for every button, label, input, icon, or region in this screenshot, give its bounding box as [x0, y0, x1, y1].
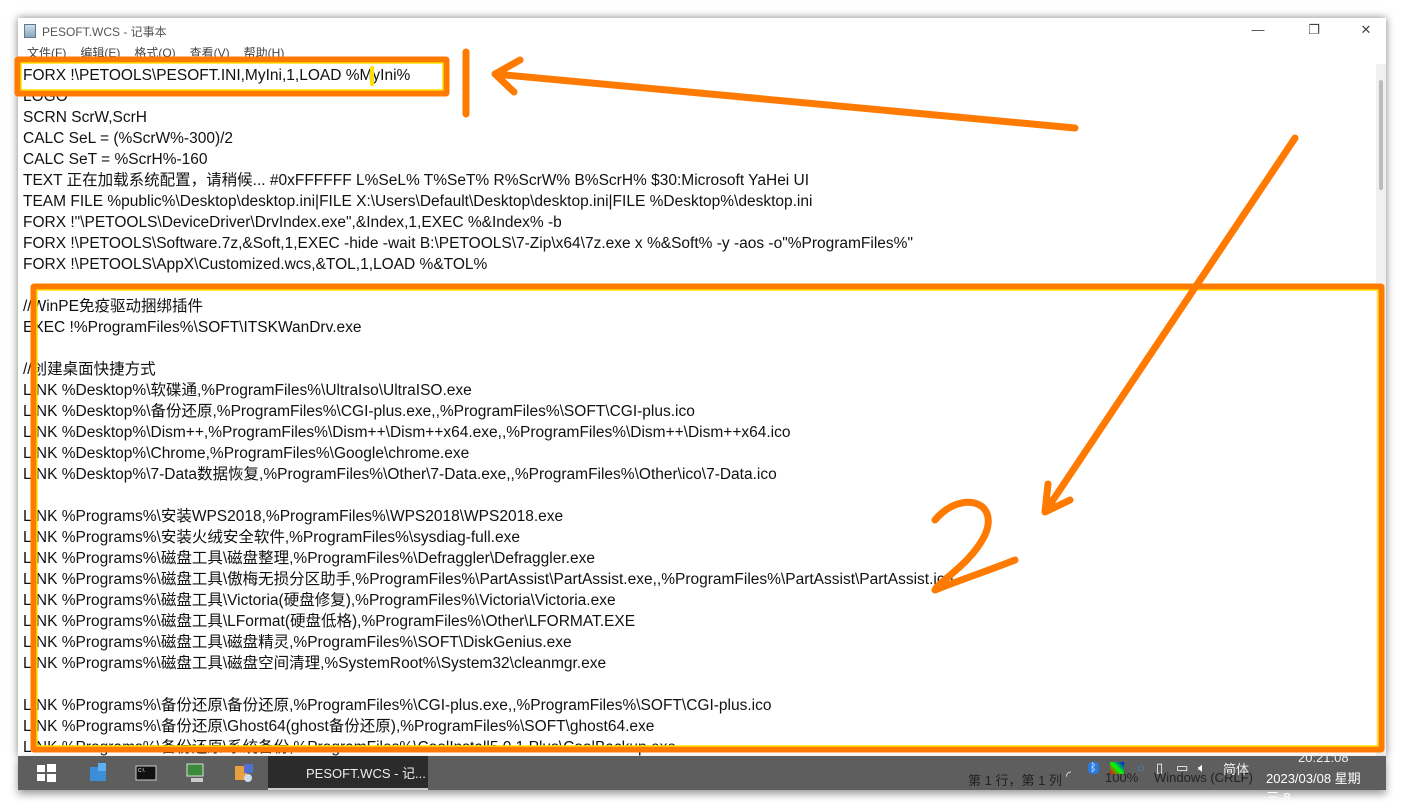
text-line: CALC SeT = %ScrH%-160 [23, 151, 208, 168]
ime-indicator[interactable]: 简体 [1223, 759, 1249, 778]
notepad-icon [24, 24, 36, 38]
scroll-thumb[interactable] [1379, 80, 1383, 190]
text-line: LINK %Programs%\磁盘工具\磁盘精灵,%ProgramFiles%… [23, 634, 572, 651]
circle-icon[interactable]: ○ [1137, 760, 1145, 775]
text-line: LINK %Programs%\安装WPS2018,%ProgramFiles%… [23, 508, 564, 525]
text-line: FORX !"\PETOOLS\DeviceDriver\DrvIndex.ex… [23, 214, 562, 231]
text-line: LINK %Programs%\磁盘工具\磁盘空间清理,%SystemRoot%… [23, 655, 607, 672]
text-line: LOGO [23, 88, 68, 105]
status-bar: 第 1 行，第 1 列 ◜ ᛒ 100% ○ ▯ ▭ 🔈︎ Windows (C… [930, 750, 1380, 805]
menu-file[interactable]: 文件(F) [27, 44, 66, 62]
menu-edit[interactable]: 编辑(E) [80, 44, 120, 62]
menu-help[interactable]: 帮助(H) [244, 44, 285, 62]
close-button[interactable]: ✕ [1356, 22, 1376, 38]
text-line: //创建桌面快捷方式 [23, 361, 156, 378]
text-line: LINK %Programs%\备份还原\系统备份,%ProgramFiles%… [23, 739, 676, 756]
text-line: LINK %Desktop%\Dism++,%ProgramFiles%\Dis… [23, 424, 791, 441]
computer-manager-icon[interactable] [184, 761, 208, 785]
text-line: LINK %Desktop%\备份还原,%ProgramFiles%\CGI-p… [23, 403, 695, 420]
text-line: EXEC !%ProgramFiles%\SOFT\ITSKWanDrv.exe [23, 319, 362, 336]
text-line: CALC SeL = (%ScrW%-300)/2 [23, 130, 234, 147]
color-icon[interactable] [1110, 762, 1124, 774]
taskbar-notepad-button[interactable]: PESOFT.WCS - 记... [268, 756, 428, 790]
text-line: FORX !\PETOOLS\PESOFT.INI,MyIni,1,LOAD %… [23, 67, 411, 84]
svg-text:C:\: C:\ [138, 768, 145, 774]
text-line: LINK %Programs%\磁盘工具\Victoria(硬盘修复),%Pro… [23, 592, 616, 609]
text-line: FORX !\PETOOLS\Software.7z,&Soft,1,EXEC … [23, 235, 913, 252]
registry-icon[interactable] [86, 761, 110, 785]
text-line: LINK %Desktop%\软碟通,%ProgramFiles%\UltraI… [23, 382, 472, 399]
tools-icon[interactable] [232, 761, 256, 785]
menu-format[interactable]: 格式(O) [134, 44, 175, 62]
clock-date[interactable]: 2023/03/08 星期三-8 [1266, 768, 1380, 806]
text-editor[interactable]: FORX !\PETOOLS\PESOFT.INI,MyIni,1,LOAD %… [18, 64, 1376, 756]
vertical-scrollbar[interactable] [1376, 64, 1386, 756]
text-line: FORX !\PETOOLS\AppX\Customized.wcs,&TOL,… [23, 256, 488, 273]
text-line: LINK %Programs%\磁盘工具\傲梅无损分区助手,%ProgramFi… [23, 571, 954, 588]
text-line: LINK %Programs%\备份还原\备份还原,%ProgramFiles%… [23, 697, 772, 714]
notepad-window: PESOFT.WCS - 记事本 — ❐ ✕ 文件(F) 编辑(E) 格式(O)… [18, 18, 1386, 756]
title-bar: PESOFT.WCS - 记事本 — ❐ ✕ [18, 18, 1386, 44]
text-line: LINK %Desktop%\7-Data数据恢复,%ProgramFiles%… [23, 466, 777, 483]
cursor-position: 第 1 行，第 1 列 [968, 773, 1062, 788]
minimize-button[interactable]: — [1248, 22, 1268, 37]
menu-view[interactable]: 查看(V) [190, 44, 230, 62]
cmd-icon[interactable]: C:\ [134, 761, 158, 785]
network-icon[interactable]: ◜ [1066, 768, 1071, 784]
text-line: LINK %Desktop%\Chrome,%ProgramFiles%\Goo… [23, 445, 470, 462]
text-line: LINK %Programs%\备份还原\Ghost64(ghost备份还原),… [23, 718, 655, 735]
text-line: LINK %Programs%\磁盘工具\磁盘整理,%ProgramFiles%… [23, 550, 595, 567]
text-line: LINK %Programs%\磁盘工具\LFormat(硬盘低格),%Prog… [23, 613, 636, 630]
text-line: TEXT 正在加载系统配置，请稍候... #0xFFFFFF L%SeL% T%… [23, 172, 810, 189]
text-line: TEAM FILE %public%\Desktop\desktop.ini|F… [23, 193, 813, 210]
window-title: PESOFT.WCS - 记事本 [42, 24, 167, 39]
bluetooth-icon[interactable]: ᛒ [1088, 762, 1099, 774]
text-line: LINK %Programs%\安装火绒安全软件,%ProgramFiles%\… [23, 529, 520, 546]
clock-time[interactable]: 20:21:08 [1298, 750, 1349, 765]
maximize-button[interactable]: ❐ [1304, 22, 1324, 38]
taskbar-task-label: PESOFT.WCS - 记... [306, 765, 426, 781]
start-windows-icon[interactable] [34, 761, 58, 785]
menu-bar: 文件(F) 编辑(E) 格式(O) 查看(V) 帮助(H) [18, 44, 298, 62]
text-line: //WinPE免疫驱动捆绑插件 [23, 298, 203, 315]
text-line: SCRN ScrW,ScrH [23, 109, 147, 126]
